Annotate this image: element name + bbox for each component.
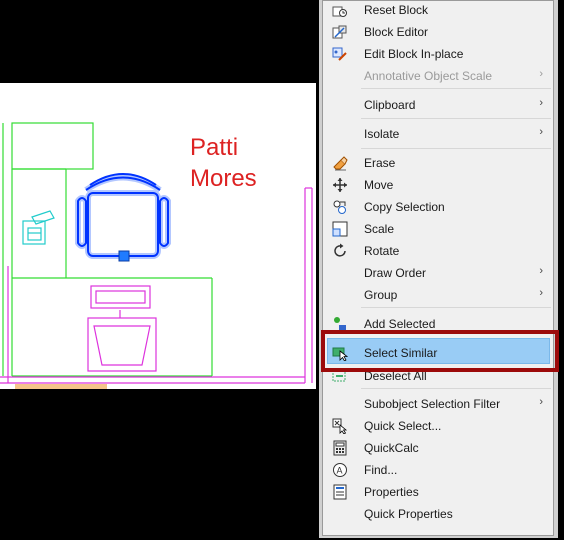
submenu-arrow-icon: › bbox=[539, 265, 543, 277]
rotate-icon bbox=[334, 243, 346, 257]
phone-icon bbox=[22, 210, 55, 245]
menu-item-move[interactable]: Move bbox=[323, 174, 553, 196]
floor-plan: Patti Mores bbox=[0, 122, 313, 389]
move-icon bbox=[333, 178, 347, 192]
quick-select-icon bbox=[332, 418, 348, 434]
submenu-arrow-icon: › bbox=[539, 97, 543, 109]
menu-separator bbox=[361, 118, 551, 119]
submenu-arrow-icon: › bbox=[539, 68, 543, 80]
menu-item-find[interactable]: A Find... bbox=[323, 459, 553, 481]
menu-item-rotate[interactable]: Rotate bbox=[323, 240, 553, 262]
grip-handle[interactable] bbox=[118, 250, 130, 262]
drawing-viewport[interactable]: Patti Mores bbox=[0, 83, 316, 389]
menu-item-isolate[interactable]: Isolate › bbox=[323, 123, 553, 145]
room-label-line2: Mores bbox=[190, 165, 257, 192]
scale-icon bbox=[332, 221, 348, 237]
menu-item-erase[interactable]: Erase bbox=[323, 152, 553, 174]
block-editor-icon bbox=[332, 25, 347, 39]
menu-separator bbox=[361, 388, 551, 389]
calculator-icon bbox=[333, 440, 347, 456]
submenu-arrow-icon: › bbox=[539, 126, 543, 138]
menu-item-clipboard[interactable]: Clipboard › bbox=[323, 94, 553, 116]
submenu-arrow-icon: › bbox=[539, 396, 543, 408]
find-icon: A bbox=[333, 463, 347, 477]
menu-separator bbox=[361, 88, 551, 89]
menu-item-quick-properties[interactable]: Quick Properties bbox=[323, 503, 553, 525]
svg-text:A: A bbox=[337, 466, 343, 476]
highlight-callout-box bbox=[321, 330, 559, 372]
context-menu: Reset Block Block Editor Edit Block In-p… bbox=[322, 0, 554, 536]
menu-item-copy-selection[interactable]: Copy Selection bbox=[323, 196, 553, 218]
menu-item-quickcalc[interactable]: QuickCalc bbox=[323, 437, 553, 459]
copy-selection-icon bbox=[333, 200, 346, 214]
menu-item-annotative-object-scale[interactable]: Annotative Object Scale › bbox=[323, 65, 553, 87]
eraser-icon bbox=[333, 156, 348, 171]
menu-item-group[interactable]: Group › bbox=[323, 284, 553, 306]
menu-item-quick-select[interactable]: Quick Select... bbox=[323, 415, 553, 437]
properties-icon bbox=[333, 484, 347, 500]
menu-item-draw-order[interactable]: Draw Order › bbox=[323, 262, 553, 284]
menu-item-reset-block[interactable]: Reset Block bbox=[323, 0, 553, 21]
submenu-arrow-icon: › bbox=[539, 287, 543, 299]
menu-item-properties[interactable]: Properties bbox=[323, 481, 553, 503]
reset-block-icon bbox=[332, 6, 347, 17]
menu-separator bbox=[361, 307, 551, 308]
autocad-canvas[interactable]: Patti Mores Reset Block Block Editor Edi… bbox=[0, 0, 564, 540]
menu-item-edit-block-in-place[interactable]: Edit Block In-place bbox=[323, 43, 553, 65]
baseboard-strip bbox=[15, 384, 107, 389]
menu-separator bbox=[361, 148, 551, 149]
menu-item-block-editor[interactable]: Block Editor bbox=[323, 21, 553, 43]
menu-item-scale[interactable]: Scale bbox=[323, 218, 553, 240]
desk-drawer bbox=[90, 285, 151, 309]
room-label-line1: Patti bbox=[190, 134, 238, 161]
menu-item-subobject-selection-filter[interactable]: Subobject Selection Filter › bbox=[323, 393, 553, 415]
selected-chair-block bbox=[75, 173, 171, 262]
edit-block-in-place-icon bbox=[332, 47, 347, 61]
cabinet-outline bbox=[11, 122, 94, 170]
